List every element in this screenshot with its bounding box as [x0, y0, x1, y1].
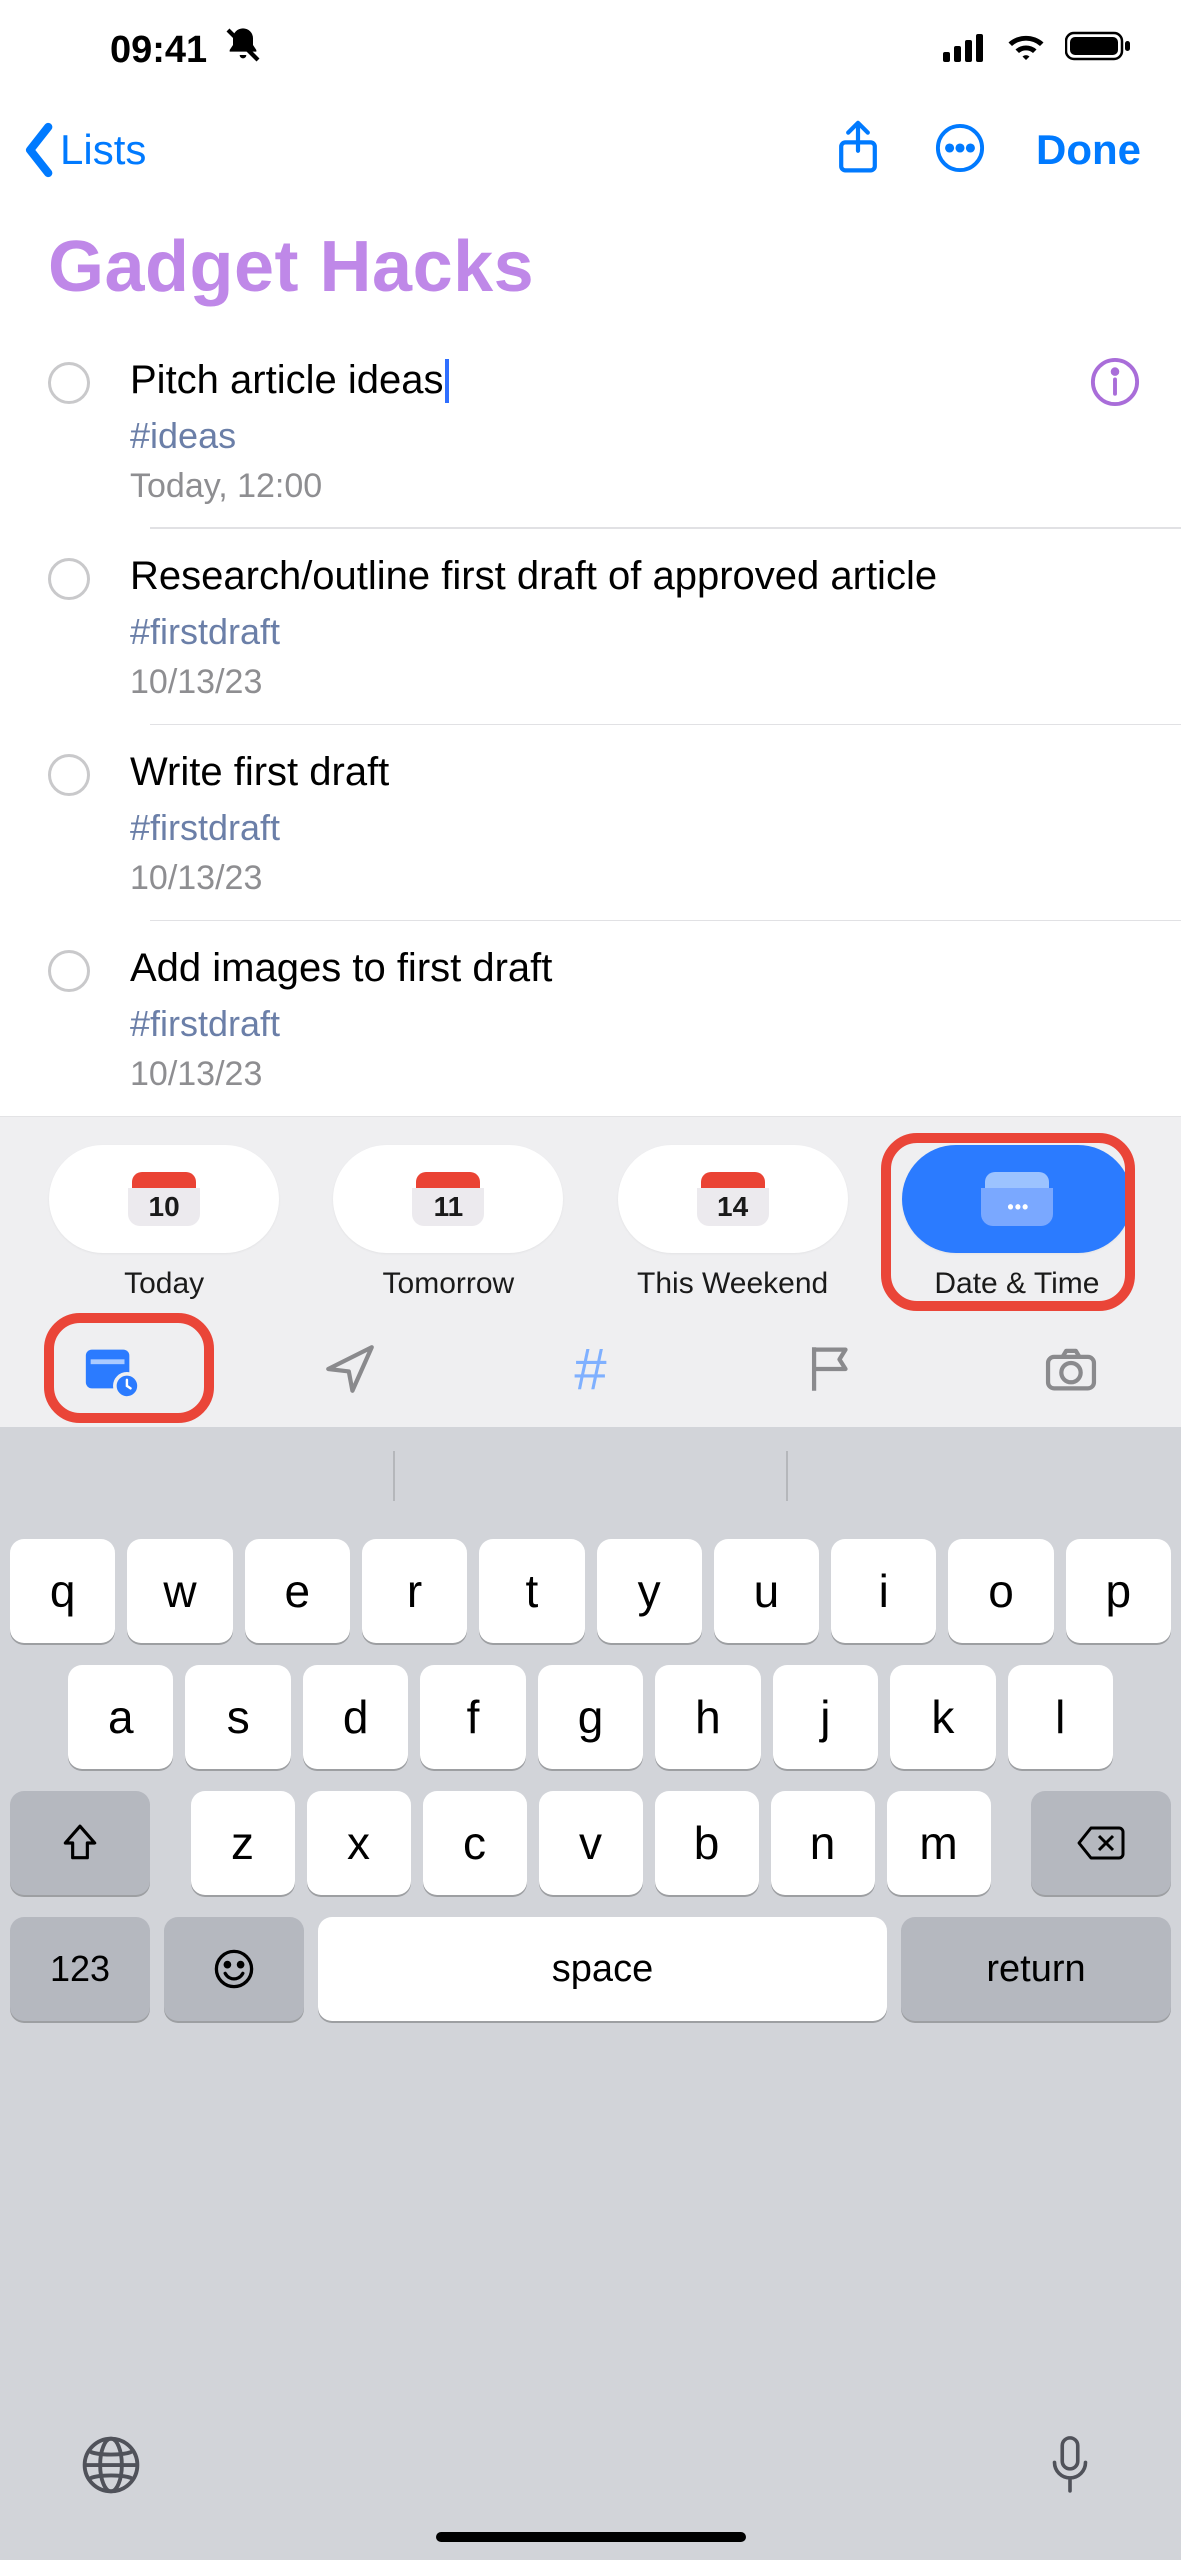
complete-toggle[interactable] — [48, 950, 90, 992]
key-l[interactable]: l — [1008, 1665, 1113, 1769]
key-x[interactable]: x — [307, 1791, 411, 1895]
status-time: 09:41 — [110, 29, 207, 72]
key-e[interactable]: e — [245, 1539, 350, 1643]
reminder-item[interactable]: Pitch article ideas #ideas Today, 12:00 — [48, 332, 1181, 528]
key-r[interactable]: r — [362, 1539, 467, 1643]
home-indicator[interactable] — [436, 2532, 746, 2542]
key-b[interactable]: b — [655, 1791, 759, 1895]
key-s[interactable]: s — [185, 1665, 290, 1769]
key-p[interactable]: p — [1066, 1539, 1171, 1643]
back-label: Lists — [60, 126, 146, 174]
status-bar: 09:41 — [0, 0, 1181, 100]
tag-toolbar-button[interactable]: # — [541, 1329, 641, 1409]
quick-weekend[interactable]: 14 This Weekend — [609, 1145, 857, 1301]
nav-bar: Lists Done — [0, 100, 1181, 200]
quick-label: Tomorrow — [383, 1267, 515, 1301]
reminder-tag[interactable]: #ideas — [130, 415, 1141, 457]
key-i[interactable]: i — [831, 1539, 936, 1643]
key-j[interactable]: j — [773, 1665, 878, 1769]
keyboard: qwertyuiop asdfghjkl zxcvbnm 123 space r… — [0, 1523, 1181, 2400]
quick-label: Date & Time — [934, 1267, 1099, 1301]
reminder-title[interactable]: Pitch article ideas — [130, 358, 443, 403]
share-button[interactable] — [832, 120, 884, 181]
reminder-tag[interactable]: #firstdraft — [130, 807, 1141, 849]
calendar-icon — [981, 1188, 1053, 1226]
reminder-title[interactable]: Research/outline first draft of approved… — [130, 554, 1141, 599]
key-c[interactable]: c — [423, 1791, 527, 1895]
shift-key[interactable] — [10, 1791, 150, 1895]
reminder-title[interactable]: Write first draft — [130, 750, 1141, 795]
calendar-day: 11 — [412, 1188, 484, 1226]
reminder-meta: 10/13/23 — [130, 663, 1141, 702]
backspace-key[interactable] — [1031, 1791, 1171, 1895]
quick-today[interactable]: 10 Today — [40, 1145, 288, 1301]
complete-toggle[interactable] — [48, 754, 90, 796]
key-w[interactable]: w — [127, 1539, 232, 1643]
quick-label: Today — [124, 1267, 204, 1301]
key-u[interactable]: u — [714, 1539, 819, 1643]
quick-label: This Weekend — [637, 1267, 828, 1301]
done-button[interactable]: Done — [1036, 126, 1141, 174]
key-v[interactable]: v — [539, 1791, 643, 1895]
key-z[interactable]: z — [191, 1791, 295, 1895]
key-m[interactable]: m — [887, 1791, 991, 1895]
reminder-meta: Today, 12:00 — [130, 467, 1141, 506]
hash-icon: # — [574, 1336, 606, 1403]
more-button[interactable] — [934, 120, 986, 181]
numbers-key[interactable]: 123 — [10, 1917, 150, 2021]
reminder-item[interactable]: Add images to first draft #firstdraft 10… — [48, 920, 1181, 1116]
reminder-tag[interactable]: #firstdraft — [130, 611, 1141, 653]
key-h[interactable]: h — [655, 1665, 760, 1769]
list-title: Gadget Hacks — [0, 200, 1181, 332]
keyboard-suggestions[interactable] — [0, 1427, 1181, 1523]
battery-icon — [1065, 29, 1133, 72]
info-button[interactable] — [1089, 356, 1141, 413]
camera-toolbar-button[interactable] — [1021, 1329, 1121, 1409]
complete-toggle[interactable] — [48, 558, 90, 600]
location-toolbar-button[interactable] — [300, 1329, 400, 1409]
key-g[interactable]: g — [538, 1665, 643, 1769]
reminder-item[interactable]: Research/outline first draft of approved… — [48, 528, 1181, 724]
key-q[interactable]: q — [10, 1539, 115, 1643]
calendar-day: 14 — [697, 1188, 769, 1226]
mute-icon — [223, 25, 263, 75]
reminders-list: Pitch article ideas #ideas Today, 12:00 … — [0, 332, 1181, 1116]
complete-toggle[interactable] — [48, 362, 90, 404]
text-cursor — [445, 359, 449, 403]
quick-tomorrow[interactable]: 11 Tomorrow — [324, 1145, 572, 1301]
quick-datetime[interactable]: Date & Time — [893, 1145, 1141, 1301]
cellular-icon — [943, 29, 987, 72]
reminder-meta: 10/13/23 — [130, 859, 1141, 898]
calendar-day: 10 — [128, 1188, 200, 1226]
key-y[interactable]: y — [597, 1539, 702, 1643]
key-o[interactable]: o — [948, 1539, 1053, 1643]
key-f[interactable]: f — [420, 1665, 525, 1769]
key-n[interactable]: n — [771, 1791, 875, 1895]
reminder-tag[interactable]: #firstdraft — [130, 1003, 1141, 1045]
flag-toolbar-button[interactable] — [781, 1329, 881, 1409]
return-key[interactable]: return — [901, 1917, 1171, 2021]
reminder-item[interactable]: Write first draft #firstdraft 10/13/23 — [48, 724, 1181, 920]
wifi-icon — [1005, 29, 1047, 72]
status-right — [943, 29, 1133, 72]
emoji-key[interactable] — [164, 1917, 304, 2021]
reminder-toolbar: # — [0, 1319, 1181, 1427]
quick-date-bar: 10 Today 11 Tomorrow 14 This Weekend Dat… — [0, 1116, 1181, 1319]
globe-key[interactable] — [80, 2434, 142, 2501]
key-t[interactable]: t — [479, 1539, 584, 1643]
date-toolbar-button[interactable] — [60, 1329, 160, 1409]
keyboard-bottom — [0, 2400, 1181, 2560]
key-a[interactable]: a — [68, 1665, 173, 1769]
reminder-title[interactable]: Add images to first draft — [130, 946, 1141, 991]
key-k[interactable]: k — [890, 1665, 995, 1769]
dictation-key[interactable] — [1039, 2434, 1101, 2501]
reminder-meta: 10/13/23 — [130, 1055, 1141, 1094]
space-key[interactable]: space — [318, 1917, 887, 2021]
back-button[interactable]: Lists — [20, 122, 146, 178]
key-d[interactable]: d — [303, 1665, 408, 1769]
